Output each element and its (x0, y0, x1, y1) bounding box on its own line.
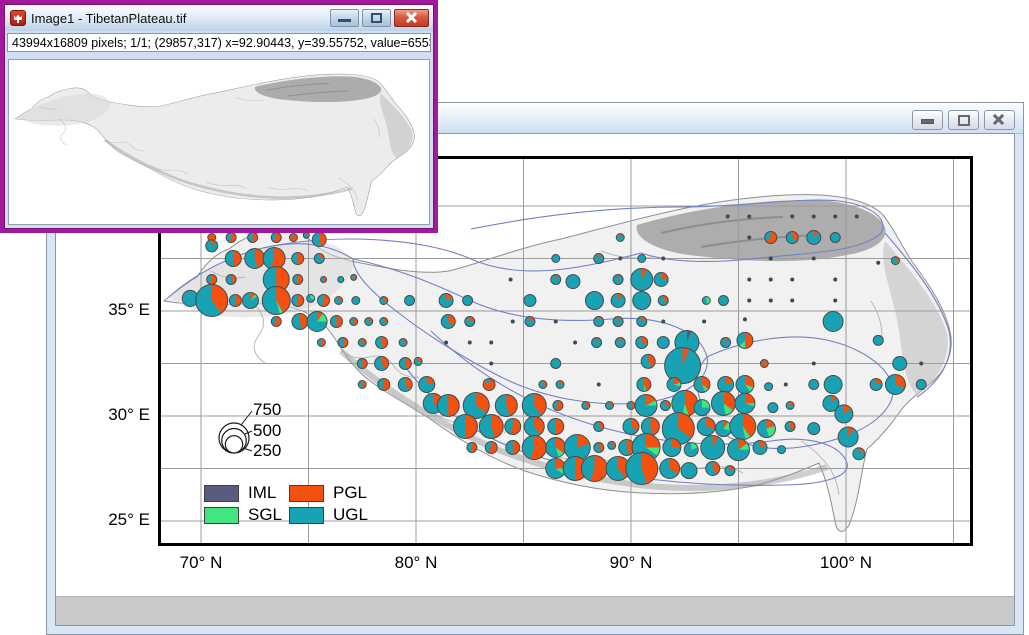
legend-label-iml: IML (248, 483, 276, 503)
station-dot (747, 215, 751, 219)
x-tick-label: 90° N (586, 553, 676, 573)
station-dot (769, 278, 773, 282)
x-tick-label: 70° N (156, 553, 246, 573)
station-dot (509, 278, 513, 282)
app-icon (10, 10, 26, 26)
x-tick-label: 100° N (801, 553, 891, 573)
station-dot (784, 383, 788, 387)
station-dot (790, 215, 794, 219)
station-dot (790, 299, 794, 303)
graph-bottom-bar (56, 596, 1014, 625)
legend-swatch-ugl (289, 507, 324, 524)
station-dot (919, 362, 923, 366)
station-dot (812, 362, 816, 366)
station-dot (769, 257, 773, 261)
chart-legend[interactable]: IML PGL SGL UGL (204, 482, 374, 526)
size-legend-value: 500 (253, 421, 297, 441)
station-dot (597, 383, 601, 387)
station-dot (790, 278, 794, 282)
station-dot (618, 257, 622, 261)
legend-label-ugl: UGL (333, 505, 368, 525)
station-dot (833, 278, 837, 282)
image-status-bar: 43994x16809 pixels; 1/1; (29857,317) x=9… (7, 33, 431, 52)
close-button[interactable] (394, 9, 429, 27)
station-dot (573, 341, 577, 345)
restore-button[interactable] (362, 9, 391, 27)
station-dot (661, 320, 665, 324)
minimize-button[interactable] (330, 9, 359, 27)
station-dot (661, 257, 665, 261)
station-dot (468, 341, 472, 345)
size-legend-circle (225, 436, 242, 453)
station-dot (855, 215, 859, 219)
station-dot (747, 299, 751, 303)
tibetan-plateau-thumbnail (11, 62, 427, 222)
station-dot (511, 320, 515, 324)
image-window-titlebar[interactable]: Image1 - TibetanPlateau.tif (5, 5, 433, 31)
minimize-icon (921, 119, 934, 124)
y-tick-label: 25° E (74, 510, 150, 530)
x-tick-label: 80° N (371, 553, 461, 573)
image-window: Image1 - TibetanPlateau.tif 43994x16809 … (0, 0, 438, 233)
y-tick-label: 35° E (74, 300, 150, 320)
station-dot (769, 299, 773, 303)
station-dot (489, 362, 493, 366)
station-dot (833, 215, 837, 219)
legend-swatch-pgl (289, 485, 324, 502)
restore-button[interactable] (948, 110, 979, 130)
minimize-icon (338, 19, 351, 22)
close-button[interactable] (984, 110, 1015, 130)
station-dot (702, 320, 706, 324)
image-canvas-panel[interactable] (8, 59, 430, 225)
station-dot (812, 215, 816, 219)
station-dot (812, 257, 816, 261)
legend-swatch-sgl (204, 507, 239, 524)
restore-icon (371, 13, 382, 23)
legend-label-sgl: SGL (248, 505, 282, 525)
station-dot (444, 341, 448, 345)
station-dot (747, 278, 751, 282)
size-legend-value: 250 (253, 441, 297, 461)
station-dot (554, 320, 558, 324)
station-dot (743, 317, 747, 321)
image-window-title: Image1 - TibetanPlateau.tif (31, 11, 327, 26)
station-dot (833, 299, 837, 303)
minimize-button[interactable] (912, 110, 943, 130)
station-dot (876, 261, 880, 265)
y-tick-label: 30° E (74, 405, 150, 425)
station-dot (726, 215, 730, 219)
station-dot (489, 341, 493, 345)
station-dot (747, 236, 751, 240)
size-legend-value: 750 (253, 400, 297, 420)
restore-icon (958, 115, 970, 126)
legend-swatch-iml (204, 485, 239, 502)
legend-label-pgl: PGL (333, 483, 367, 503)
